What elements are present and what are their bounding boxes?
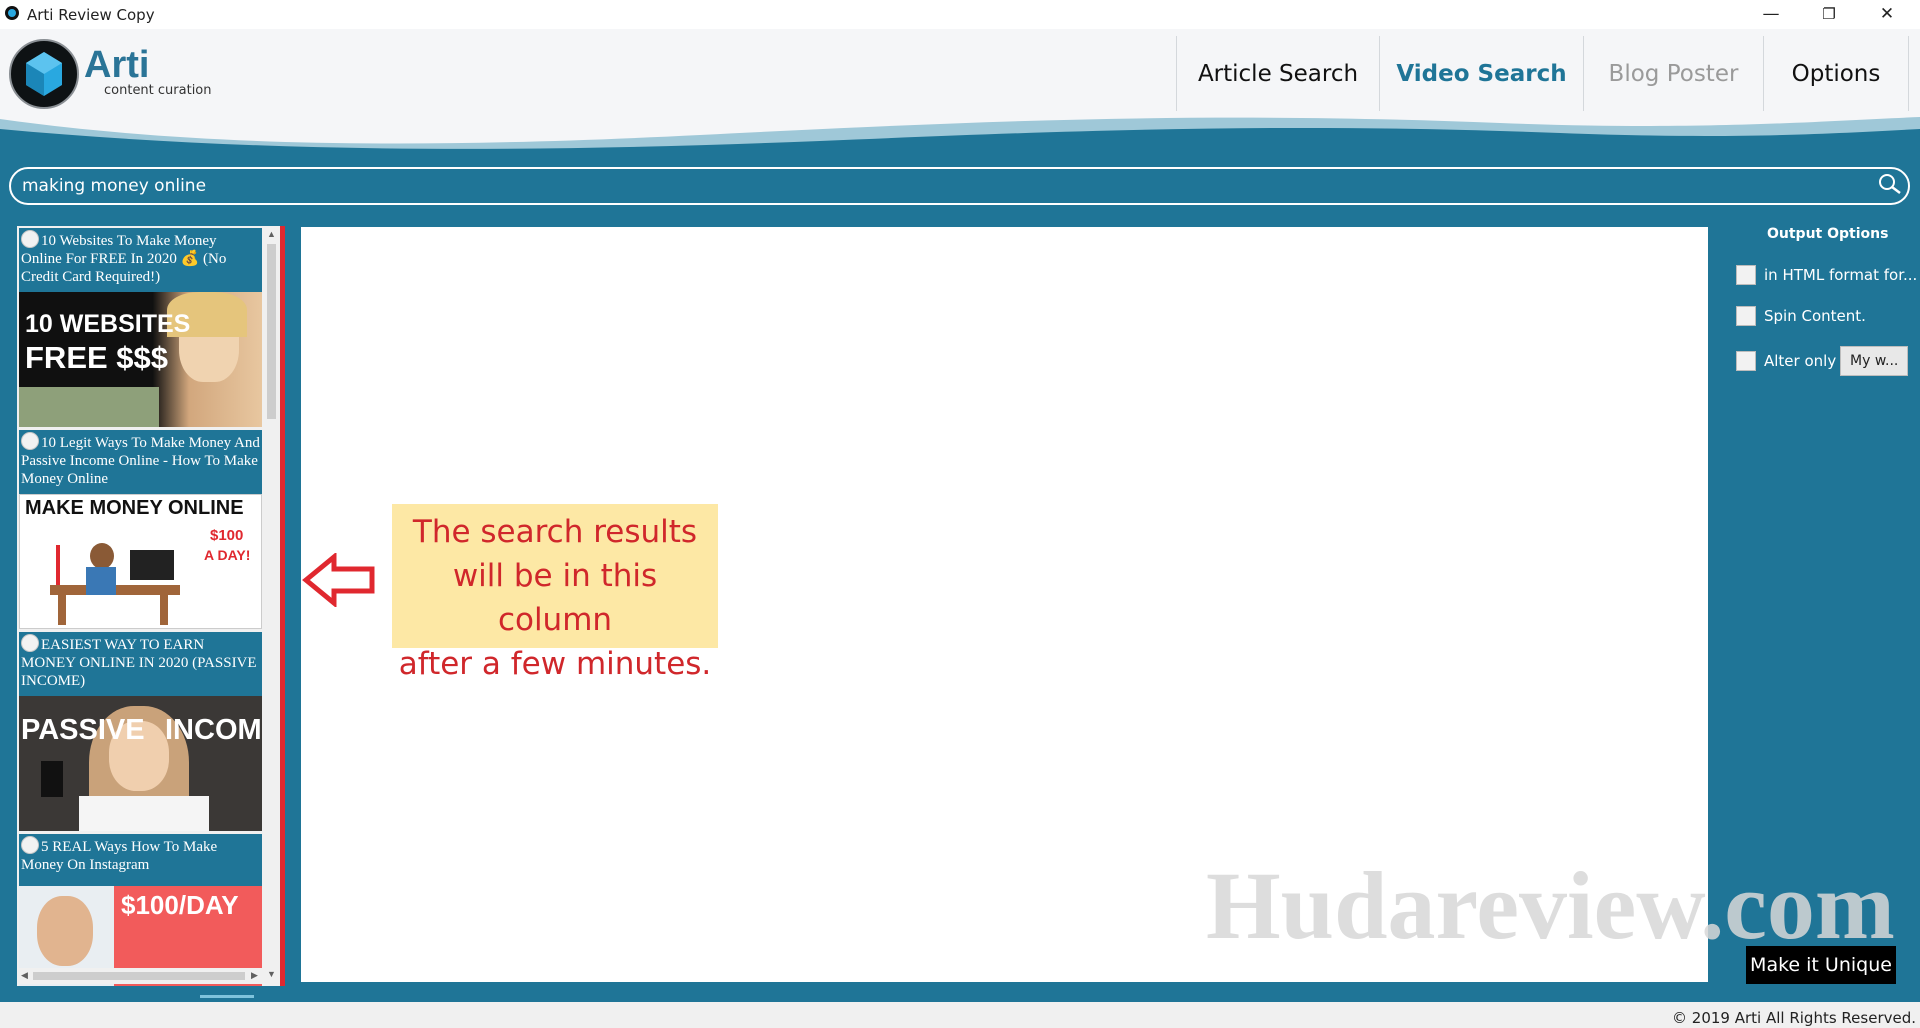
hscrollbar-thumb[interactable] — [33, 972, 245, 980]
option-html-format[interactable]: in HTML format for... — [1736, 263, 1917, 287]
option-label: in HTML format for... — [1764, 266, 1918, 284]
callout-line: The search results — [412, 514, 698, 550]
scroll-left-icon[interactable]: ◀ — [21, 970, 28, 981]
result-radio[interactable] — [21, 836, 39, 854]
make-unique-button[interactable]: Make it Unique — [1746, 946, 1896, 984]
app-icon — [5, 6, 19, 20]
thumb-text: MAKE MONEY ONLINE — [25, 497, 244, 519]
result-title: 10 Websites To Make Money Online For FRE… — [21, 233, 227, 285]
tab-video-search[interactable]: Video Search — [1379, 36, 1583, 111]
logo-name: Arti — [84, 44, 150, 86]
result-thumbnail: MAKE MONEY ONLINE $100 A DAY! — [19, 494, 262, 629]
result-item[interactable]: 10 Legit Ways To Make Money And Passive … — [19, 430, 262, 629]
app-header: Arti content curation Article Search Vid… — [0, 29, 1920, 154]
logo-tagline: content curation — [104, 83, 212, 98]
title-bar: Arti Review Copy — ❐ ✕ — [0, 0, 1920, 29]
progress-indicator — [200, 995, 254, 998]
output-options-title: Output Options — [1767, 226, 1889, 242]
option-label: Alter only — [1764, 352, 1837, 370]
result-title: EASIEST WAY TO EARN MONEY ONLINE IN 2020… — [21, 637, 257, 689]
alter-only-checkbox[interactable] — [1736, 351, 1756, 371]
minimize-button[interactable]: — — [1748, 0, 1794, 29]
thumb-text: 10 WEBSITES — [25, 310, 191, 338]
result-item[interactable]: 5 REAL Ways How To Make Money On Instagr… — [19, 834, 262, 986]
thumb-text: FREE $$$ — [25, 340, 169, 375]
search-icon[interactable] — [1876, 171, 1904, 199]
search-input[interactable]: making money online — [9, 167, 1910, 205]
spin-content-checkbox[interactable] — [1736, 306, 1756, 326]
html-format-checkbox[interactable] — [1736, 265, 1756, 285]
result-radio[interactable] — [21, 432, 39, 450]
result-thumbnail: PASSIVE INCOME — [19, 696, 262, 831]
tab-options[interactable]: Options — [1763, 36, 1909, 111]
left-arrow-icon — [302, 553, 375, 607]
thumb-text: $100/DAY — [121, 890, 239, 920]
result-radio[interactable] — [21, 634, 39, 652]
thumb-text: INCOME — [165, 714, 262, 746]
copyright-text: © 2019 Arti All Rights Reserved. — [1672, 1009, 1916, 1027]
results-hscrollbar[interactable]: ◀ ▶ — [19, 968, 262, 984]
window-title: Arti Review Copy — [27, 6, 155, 24]
logo-icon — [9, 39, 79, 109]
option-alter-only[interactable]: Alter only My w... — [1736, 346, 1909, 376]
thumb-text: PASSIVE — [21, 714, 145, 746]
scroll-up-icon[interactable]: ▲ — [267, 229, 276, 239]
tab-article-search[interactable]: Article Search — [1176, 36, 1379, 111]
result-radio[interactable] — [21, 230, 39, 248]
option-spin-content[interactable]: Spin Content. — [1736, 304, 1866, 328]
result-item[interactable]: EASIEST WAY TO EARN MONEY ONLINE IN 2020… — [19, 632, 262, 831]
column-divider — [280, 226, 285, 986]
scroll-down-icon[interactable]: ▼ — [267, 969, 276, 979]
footer: © 2019 Arti All Rights Reserved. — [0, 1002, 1920, 1028]
close-button[interactable]: ✕ — [1864, 0, 1910, 29]
my-words-button[interactable]: My w... — [1840, 346, 1909, 376]
watermark-text: Hudareview.com — [1206, 852, 1895, 959]
scrollbar-thumb[interactable] — [267, 244, 276, 419]
maximize-button[interactable]: ❐ — [1806, 0, 1852, 29]
callout-line: will be in this column — [452, 558, 658, 638]
result-title: 10 Legit Ways To Make Money And Passive … — [21, 435, 260, 487]
callout-note: The search results will be in this colum… — [392, 504, 718, 682]
results-column[interactable]: 10 Websites To Make Money Online For FRE… — [17, 226, 281, 986]
thumb-text: $100 — [210, 527, 244, 544]
thumb-text: A DAY! — [204, 547, 251, 563]
scroll-right-icon[interactable]: ▶ — [251, 970, 258, 981]
callout-line: after a few minutes. — [398, 646, 712, 682]
header-wave — [0, 117, 1920, 154]
result-title: 5 REAL Ways How To Make Money On Instagr… — [21, 839, 218, 873]
result-thumbnail: 10 WEBSITES FREE $$$ — [19, 292, 262, 427]
tab-blog-poster[interactable]: Blog Poster — [1583, 36, 1763, 111]
search-value: making money online — [22, 176, 207, 196]
results-list: 10 Websites To Make Money Online For FRE… — [19, 228, 262, 986]
option-label: Spin Content. — [1764, 307, 1866, 325]
result-item[interactable]: 10 Websites To Make Money Online For FRE… — [19, 228, 262, 427]
results-scrollbar[interactable]: ▲ ▼ — [264, 228, 279, 984]
